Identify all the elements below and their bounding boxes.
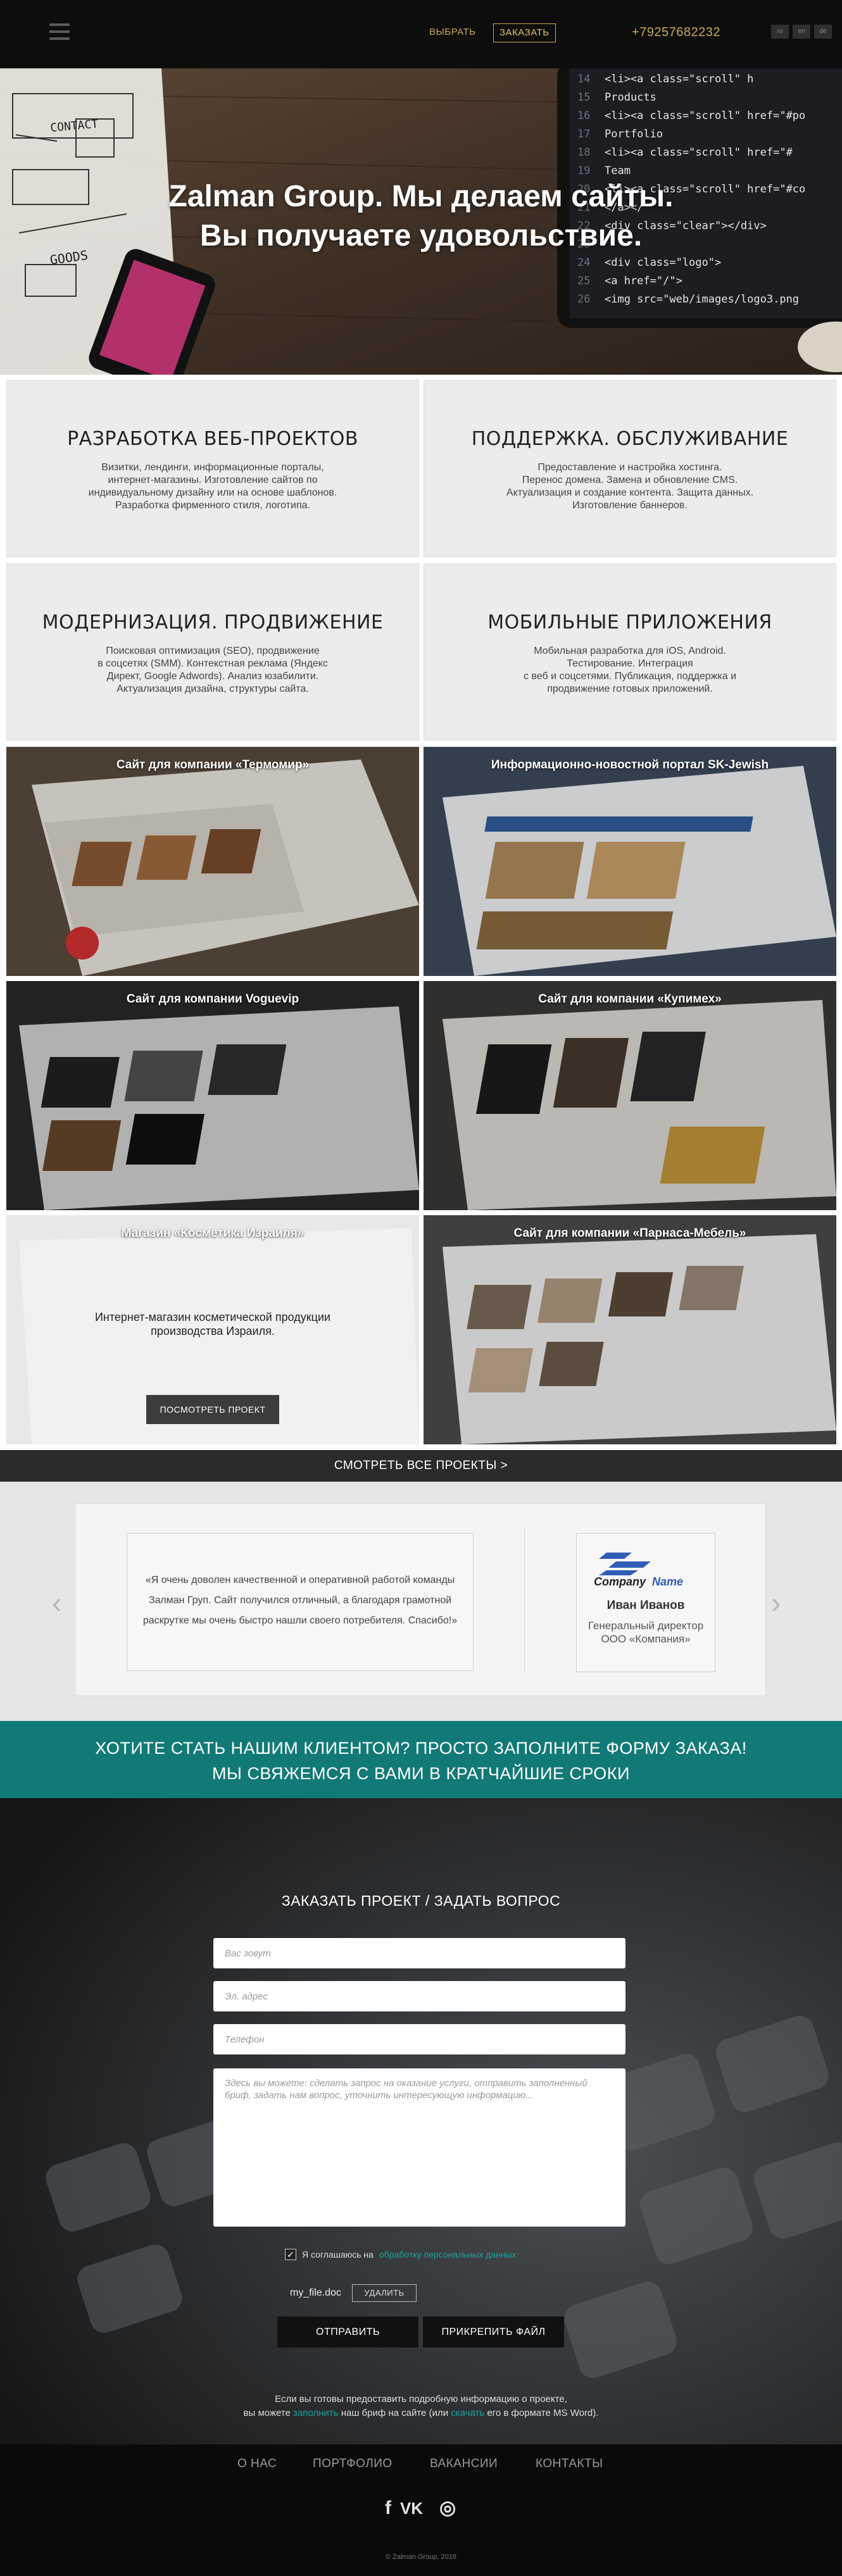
- phone-link[interactable]: +79257682232: [632, 25, 720, 40]
- service-support: ПОДДЕРЖКА. ОБСЛУЖИВАНИЕ Предоставление и…: [424, 380, 836, 557]
- project-description: Интернет-магазин косметической продукции…: [94, 1311, 331, 1337]
- project-title: Сайт для компании «Купимех»: [538, 992, 722, 1006]
- delete-file-button[interactable]: УДАЛИТЬ: [352, 2284, 417, 2302]
- code-line-number: 25: [577, 275, 590, 287]
- lang-ru[interactable]: ru: [771, 25, 789, 39]
- lang-en[interactable]: en: [793, 25, 810, 39]
- code-line-number: 17: [577, 128, 590, 141]
- hero-title: Zalman Group. Мы делаем сайты. Вы получа…: [168, 180, 674, 253]
- phone-input[interactable]: [213, 2024, 625, 2054]
- service-title: РАЗРАБОТКА ВЕБ-ПРОЕКТОВ: [67, 428, 358, 450]
- attach-file-button[interactable]: ПРИКРЕПИТЬ ФАЙЛ: [423, 2317, 564, 2348]
- service-title: МОДЕРНИЗАЦИЯ. ПРОДВИЖЕНИЕ: [42, 611, 384, 634]
- project-thumbnail: [424, 1215, 836, 1444]
- service-seo: МОДЕРНИЗАЦИЯ. ПРОДВИЖЕНИЕ Поисковая опти…: [6, 563, 419, 741]
- project-title: Сайт для компании «Термомир»: [116, 758, 310, 772]
- chevron-right-icon[interactable]: ›: [771, 1585, 781, 1620]
- code-line: <li><a class="scroll" h: [605, 73, 753, 85]
- consent-label: Я соглашаюсь на: [302, 2249, 374, 2260]
- code-line: <li><a class="scroll" href="#: [605, 146, 793, 159]
- svg-text:Company: Company: [594, 1575, 646, 1588]
- code-line-number: 26: [577, 293, 590, 306]
- view-all-projects-link[interactable]: СМОТРЕТЬ ВСЕ ПРОЕКТЫ >: [0, 1450, 842, 1482]
- submit-button[interactable]: ОТПРАВИТЬ: [277, 2317, 418, 2348]
- divider: [524, 1527, 525, 1673]
- project-title: Информационно-новостной портал SK-Jewish: [491, 758, 769, 772]
- project-thumbnail: [6, 981, 419, 1210]
- code-line-number: 19: [577, 165, 590, 177]
- code-line: <li><a class="scroll" href="#po: [605, 109, 805, 122]
- code-line-number: 18: [577, 146, 590, 159]
- consent-row: ✓ Я соглашаюсь на обработку персональных…: [285, 2249, 517, 2260]
- project-card-cosmetics-israel[interactable]: Магазин «Косметика Израиля» Интернет-маг…: [6, 1215, 419, 1444]
- consent-checkbox[interactable]: ✓: [285, 2249, 296, 2260]
- service-description: Визитки, лендинги, информационные портал…: [88, 462, 337, 511]
- footer-link-about[interactable]: О НАС: [237, 2457, 277, 2471]
- service-mobile-apps: МОБИЛЬНЫЕ ПРИЛОЖЕНИЯ Мобильная разработк…: [424, 563, 836, 741]
- service-description: Поисковая оптимизация (SEO), продвижение…: [97, 646, 328, 694]
- project-card-voguevip[interactable]: Сайт для компании Voguevip: [6, 981, 419, 1210]
- call-to-action-banner: ХОТИТЕ СТАТЬ НАШИМ КЛИЕНТОМ? ПРОСТО ЗАПО…: [0, 1721, 842, 1798]
- company-logo: Company Name: [594, 1553, 683, 1588]
- chevron-left-icon[interactable]: ‹: [52, 1585, 61, 1620]
- instagram-icon[interactable]: ◎: [439, 2499, 456, 2518]
- author-name: Иван Иванов: [606, 1599, 685, 1612]
- privacy-link[interactable]: обработку персональных данных: [379, 2249, 517, 2260]
- download-brief-link[interactable]: скачать: [451, 2408, 484, 2418]
- code-line-number: 15: [577, 91, 590, 104]
- service-description: Предоставление и настройка хостинга. Пере…: [506, 462, 754, 511]
- message-textarea[interactable]: [213, 2068, 625, 2227]
- service-title: ПОДДЕРЖКА. ОБСЛУЖИВАНИЕ: [471, 428, 789, 450]
- view-project-button[interactable]: ПОСМОТРЕТЬ ПРОЕКТ: [146, 1395, 279, 1424]
- name-input[interactable]: [213, 1938, 625, 1968]
- choose-link[interactable]: ВЫБРАТЬ: [429, 27, 475, 37]
- project-thumbnail: [424, 747, 836, 976]
- vk-icon[interactable]: VK: [398, 2499, 425, 2518]
- code-line-number: 16: [577, 109, 590, 122]
- copyright: © Zalman Group, 2018: [385, 2553, 457, 2561]
- testimonial-text: «Я очень доволен качественной и оператив…: [127, 1533, 474, 1671]
- brief-note: Если вы готовы предоставить подробную ин…: [243, 2394, 599, 2418]
- project-card-sk-jewish[interactable]: Информационно-новостной портал SK-Jewish: [424, 747, 836, 976]
- menu-icon[interactable]: [49, 23, 70, 40]
- lang-de[interactable]: de: [814, 25, 832, 39]
- project-title: Магазин «Косметика Израиля»: [121, 1227, 305, 1240]
- footer-link-vacancies[interactable]: ВАКАНСИИ: [430, 2457, 498, 2471]
- project-card-kupimeh[interactable]: Сайт для компании «Купимех»: [424, 981, 836, 1210]
- project-title: Сайт для компании Voguevip: [126, 992, 299, 1006]
- service-title: МОБИЛЬНЫЕ ПРИЛОЖЕНИЯ: [487, 611, 772, 634]
- code-line: <div class="logo">: [605, 256, 721, 269]
- svg-text:Name: Name: [652, 1575, 683, 1588]
- testimonial-author: Company Name Иван Иванов Генеральный дир…: [576, 1533, 715, 1672]
- order-button[interactable]: ЗАКАЗАТЬ: [493, 23, 556, 42]
- code-line-number: 24: [577, 256, 590, 269]
- code-line: Team: [605, 165, 631, 177]
- attached-file-name: my_file.doc: [290, 2287, 341, 2298]
- code-line: Portfolio: [605, 128, 663, 141]
- facebook-icon[interactable]: f: [380, 2499, 396, 2518]
- footer-link-portfolio[interactable]: ПОРТФОЛИО: [313, 2457, 393, 2471]
- code-line: <img src="web/images/logo3.png: [605, 293, 799, 306]
- project-card-parnasa-mebel[interactable]: Сайт для компании «Парнаса-Мебель»: [424, 1215, 836, 1444]
- service-web-development: РАЗРАБОТКА ВЕБ-ПРОЕКТОВ Визитки, лендинг…: [6, 380, 419, 557]
- code-line-number: 14: [577, 73, 590, 85]
- language-switcher: ru en de: [771, 25, 832, 39]
- project-thumbnail: [6, 747, 419, 976]
- code-line: <a href="/">: [605, 275, 682, 287]
- project-title: Сайт для компании «Парнаса-Мебель»: [513, 1227, 746, 1240]
- project-thumbnail: [424, 981, 836, 1210]
- form-title: ЗАКАЗАТЬ ПРОЕКТ / ЗАДАТЬ ВОПРОС: [281, 1892, 561, 1909]
- service-description: Мобильная разработка для iOS, Android. Те…: [523, 646, 737, 694]
- project-card-termomir[interactable]: Сайт для компании «Термомир»: [6, 747, 419, 976]
- hero-banner: CONTACT GOODS 14 <li><a class="scroll" h1…: [0, 68, 842, 375]
- author-position: Генеральный директор ООО «Компания»: [588, 1620, 704, 1645]
- footer-link-contacts[interactable]: КОНТАКТЫ: [536, 2457, 603, 2471]
- email-input[interactable]: [213, 1981, 625, 2011]
- fill-brief-link[interactable]: заполнить: [293, 2408, 338, 2418]
- code-line: Products: [605, 91, 657, 104]
